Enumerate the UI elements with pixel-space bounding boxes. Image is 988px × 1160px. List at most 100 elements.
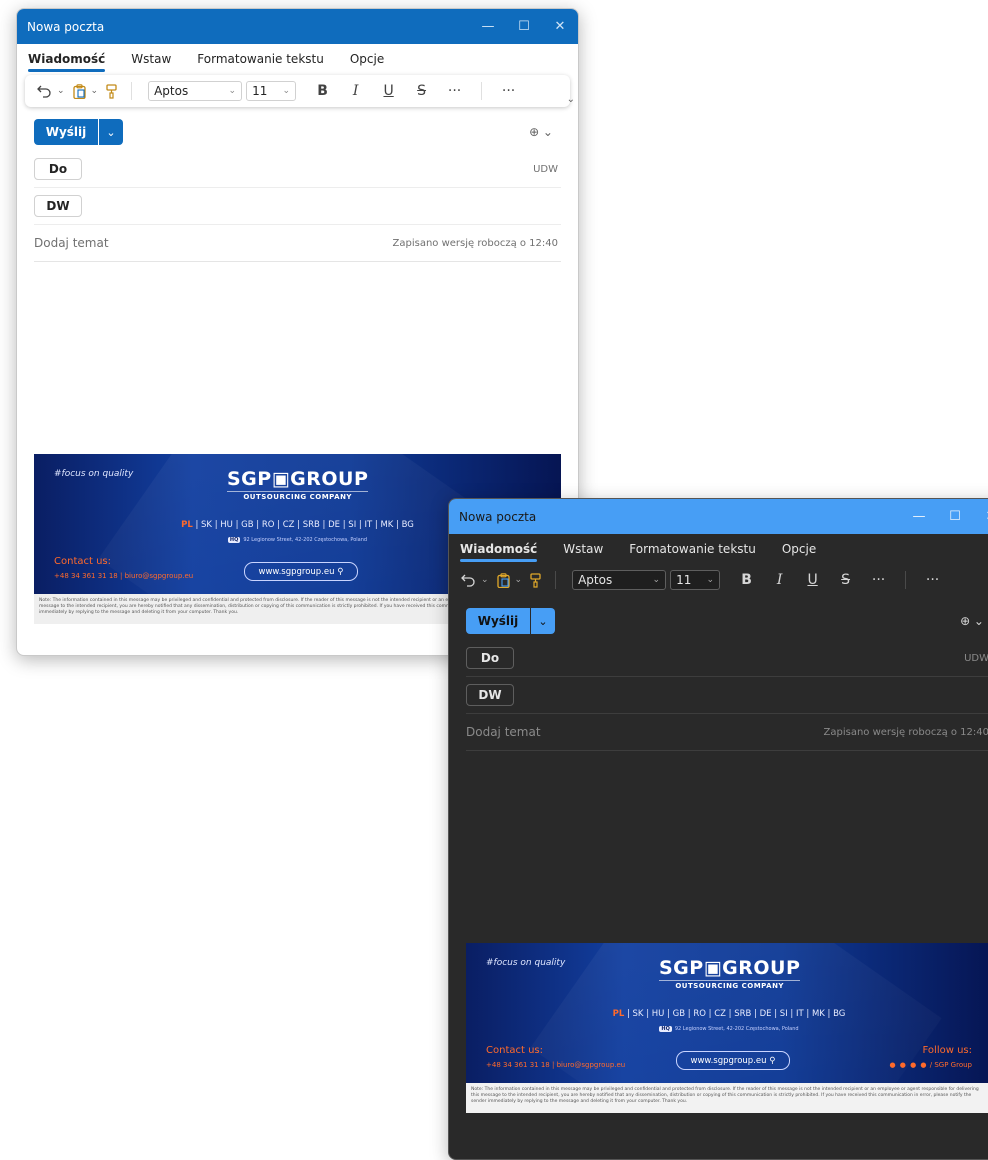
paste-icon[interactable] bbox=[69, 80, 90, 102]
chevron-down-icon: ⌄ bbox=[228, 86, 237, 96]
window-title: Nowa poczta bbox=[459, 509, 537, 524]
paste-dropdown-chevron-icon[interactable]: ⌄ bbox=[91, 86, 99, 96]
tab-message[interactable]: Wiadomość bbox=[460, 542, 538, 562]
bcc-link[interactable]: UDW bbox=[964, 653, 988, 664]
font-size-value: 11 bbox=[252, 84, 268, 98]
follow-details[interactable]: ● ● ● ● / SGP Group bbox=[889, 1061, 972, 1069]
to-row: Do UDW bbox=[466, 640, 988, 677]
bcc-link[interactable]: UDW bbox=[533, 164, 558, 175]
tab-format-text[interactable]: Formatowanie tekstu bbox=[197, 52, 324, 72]
cc-button[interactable]: DW bbox=[34, 195, 82, 217]
maximize-button[interactable]: ☐ bbox=[937, 509, 973, 524]
send-button-group: Wyślij ⌄ bbox=[34, 119, 123, 145]
tab-options[interactable]: Opcje bbox=[782, 542, 816, 562]
more-options-button[interactable]: ··· bbox=[492, 83, 525, 99]
bold-button[interactable]: B bbox=[730, 572, 763, 588]
signature-tagline: #focus on quality bbox=[54, 469, 134, 479]
undo-icon[interactable] bbox=[33, 80, 56, 102]
cc-row: DW bbox=[34, 188, 561, 225]
undo-icon[interactable] bbox=[457, 569, 480, 591]
compose-form: Wyślij ⌄ ⊕ ⌄ Do UDW DW Dodaj temat Zapis… bbox=[449, 602, 988, 751]
sgp-group-logo: SGP▣GROUP OUTSOURCING COMPANY bbox=[227, 468, 369, 501]
font-size-value: 11 bbox=[676, 573, 692, 587]
italic-button[interactable]: I bbox=[339, 83, 372, 99]
undo-dropdown-chevron-icon[interactable]: ⌄ bbox=[481, 575, 489, 585]
more-options-button[interactable]: ··· bbox=[916, 572, 949, 588]
send-options-chevron-icon[interactable]: ⌄ bbox=[99, 119, 123, 145]
italic-button[interactable]: I bbox=[763, 572, 796, 588]
bold-button[interactable]: B bbox=[306, 83, 339, 99]
subject-row: Dodaj temat Zapisano wersję roboczą o 12… bbox=[466, 714, 988, 751]
subject-input[interactable]: Dodaj temat bbox=[466, 725, 541, 739]
font-size-select[interactable]: 11 ⌄ bbox=[246, 81, 297, 101]
zoom-icon[interactable]: ⊕ ⌄ bbox=[529, 125, 553, 139]
send-button[interactable]: Wyślij bbox=[34, 119, 98, 145]
tab-format-text[interactable]: Formatowanie tekstu bbox=[629, 542, 756, 562]
font-family-select[interactable]: Aptos ⌄ bbox=[572, 570, 667, 590]
contact-details[interactable]: +48 34 361 31 18 | biuro@sgpgroup.eu bbox=[486, 1061, 625, 1069]
close-button[interactable]: ✕ bbox=[973, 509, 988, 524]
toolbar-divider bbox=[131, 82, 133, 100]
cc-row: DW bbox=[466, 677, 988, 714]
hq-badge: HQ bbox=[659, 1026, 672, 1032]
font-family-value: Aptos bbox=[578, 573, 613, 587]
subject-input[interactable]: Dodaj temat bbox=[34, 236, 109, 250]
contact-details[interactable]: +48 34 361 31 18 | biuro@sgpgroup.eu bbox=[54, 572, 193, 580]
message-body[interactable] bbox=[449, 751, 988, 943]
format-painter-icon[interactable] bbox=[526, 569, 545, 591]
underline-button[interactable]: U bbox=[796, 572, 829, 588]
tab-insert[interactable]: Wstaw bbox=[563, 542, 603, 562]
format-painter-icon[interactable] bbox=[102, 80, 121, 102]
more-format-button[interactable]: ··· bbox=[862, 572, 895, 588]
close-button[interactable]: ✕ bbox=[542, 19, 578, 34]
more-format-button[interactable]: ··· bbox=[438, 83, 471, 99]
tab-options[interactable]: Opcje bbox=[350, 52, 384, 72]
font-size-select[interactable]: 11 ⌄ bbox=[670, 570, 721, 590]
send-button-group: Wyślij ⌄ bbox=[466, 608, 555, 634]
search-icon: ⚲ bbox=[769, 1055, 776, 1066]
cc-button[interactable]: DW bbox=[466, 684, 514, 706]
strikethrough-button[interactable]: S bbox=[829, 572, 862, 588]
ribbon-expand-chevron-icon[interactable]: ⌄ bbox=[567, 94, 575, 105]
zoom-icon[interactable]: ⊕ ⌄ bbox=[960, 614, 984, 628]
tab-insert[interactable]: Wstaw bbox=[131, 52, 171, 72]
message-body[interactable] bbox=[17, 262, 578, 454]
draft-saved-status: Zapisano wersję roboczą o 12:40 bbox=[823, 726, 988, 738]
window-title: Nowa poczta bbox=[27, 19, 105, 34]
minimize-button[interactable]: — bbox=[470, 19, 506, 34]
font-family-select[interactable]: Aptos ⌄ bbox=[148, 81, 243, 101]
search-icon: ⚲ bbox=[337, 566, 344, 577]
to-button[interactable]: Do bbox=[466, 647, 514, 669]
strikethrough-button[interactable]: S bbox=[405, 83, 438, 99]
title-bar[interactable]: Nowa poczta — ☐ ✕ bbox=[17, 9, 578, 44]
social-icons: ● ● ● ● bbox=[889, 1061, 928, 1069]
website-link[interactable]: www.sgpgroup.eu ⚲ bbox=[676, 1051, 790, 1070]
title-bar[interactable]: Nowa poczta — ☐ ✕ bbox=[449, 499, 988, 534]
website-link[interactable]: www.sgpgroup.eu ⚲ bbox=[244, 562, 358, 581]
ribbon-tabs: Wiadomość Wstaw Formatowanie tekstu Opcj… bbox=[17, 44, 578, 72]
tab-message[interactable]: Wiadomość bbox=[28, 52, 106, 72]
confidentiality-note: Note: The information contained in this … bbox=[466, 1083, 988, 1113]
draft-saved-status: Zapisano wersję roboczą o 12:40 bbox=[392, 237, 558, 249]
to-row: Do UDW bbox=[34, 151, 561, 188]
logo-subtitle: OUTSOURCING COMPANY bbox=[659, 980, 801, 990]
address-text: 92 Legionow Street, 42-202 Częstochowa, … bbox=[243, 537, 368, 543]
logo-main-text: SGP▣GROUP bbox=[659, 957, 801, 979]
paste-dropdown-chevron-icon[interactable]: ⌄ bbox=[515, 575, 523, 585]
contact-heading: Contact us: bbox=[486, 1045, 544, 1056]
subject-row: Dodaj temat Zapisano wersję roboczą o 12… bbox=[34, 225, 561, 262]
country-list: | SK | HU | GB | RO | CZ | SRB | DE | SI… bbox=[192, 520, 414, 530]
signature-tagline: #focus on quality bbox=[486, 958, 566, 968]
chevron-down-icon: ⌄ bbox=[652, 575, 661, 585]
country-highlight: PL bbox=[181, 520, 193, 530]
send-button[interactable]: Wyślij bbox=[466, 608, 530, 634]
undo-dropdown-chevron-icon[interactable]: ⌄ bbox=[57, 86, 65, 96]
to-button[interactable]: Do bbox=[34, 158, 82, 180]
paste-icon[interactable] bbox=[493, 569, 514, 591]
send-options-chevron-icon[interactable]: ⌄ bbox=[531, 608, 555, 634]
underline-button[interactable]: U bbox=[372, 83, 405, 99]
signature-address: HQ 92 Legionow Street, 42-202 Częstochowa… bbox=[466, 1026, 988, 1032]
maximize-button[interactable]: ☐ bbox=[506, 19, 542, 34]
toolbar-divider bbox=[905, 571, 907, 589]
minimize-button[interactable]: — bbox=[901, 509, 937, 524]
